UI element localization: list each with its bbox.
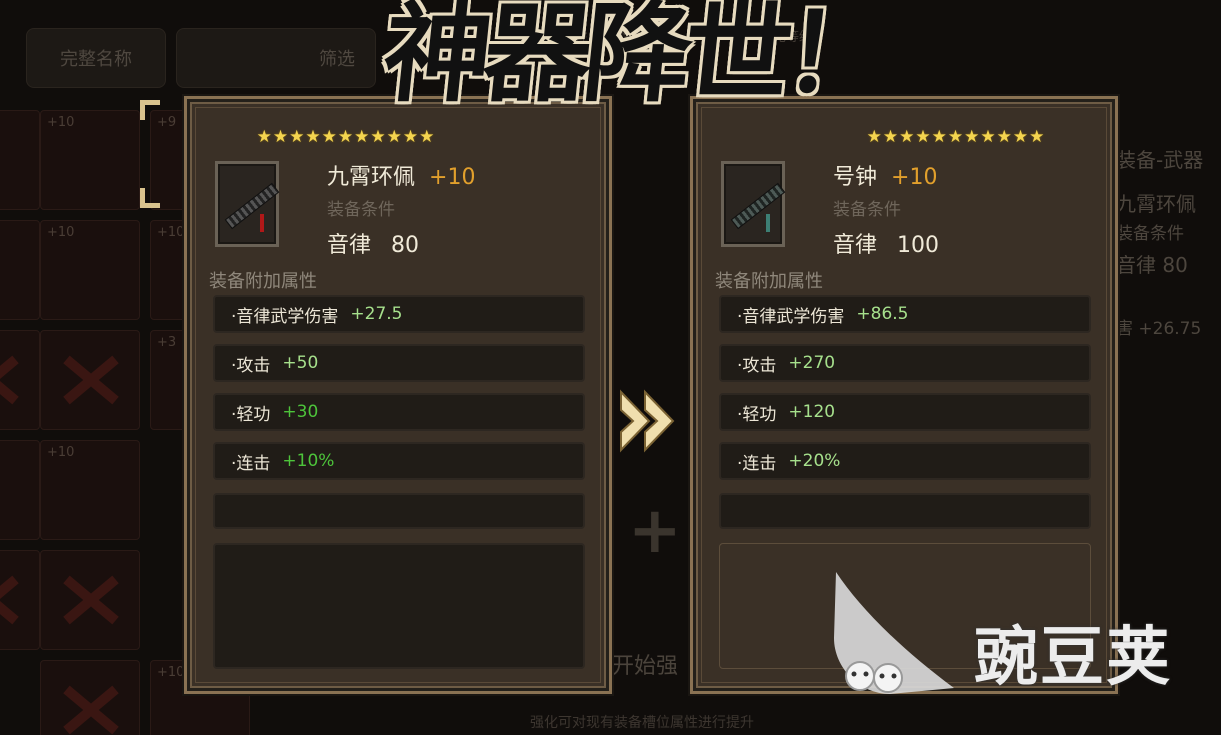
zither-weapon-icon xyxy=(215,161,280,247)
attribute-row: ·音律武学伤害 +27.5 xyxy=(213,295,585,333)
attribute-row: ·攻击 +50 xyxy=(213,344,585,382)
attribute-row: ·轻功 +30 xyxy=(213,393,585,431)
plus-icon: + xyxy=(628,494,682,568)
attribute-row: ·音律武学伤害 +86.5 xyxy=(719,295,1091,333)
item-main-stat: 音律 80 xyxy=(327,227,419,259)
bg-detail-line: 害 +26.75 xyxy=(1116,319,1202,339)
stat-value: 80 xyxy=(391,233,420,258)
slot-level: +10 xyxy=(47,115,75,130)
slot-level: +10 xyxy=(47,445,75,460)
start-enhance-button[interactable]: 开始强 xyxy=(612,648,678,680)
selection-corner xyxy=(140,188,160,208)
attr-value: +50 xyxy=(282,353,319,373)
inventory-slot[interactable] xyxy=(40,550,140,650)
attribute-row: ·攻击 +270 xyxy=(719,344,1091,382)
extra-attributes-title: 装备附加属性 xyxy=(209,271,317,292)
attr-value: +10% xyxy=(282,451,335,471)
item-level: +10 xyxy=(429,165,476,190)
extra-attributes-title: 装备附加属性 xyxy=(715,271,823,292)
inventory-slot[interactable] xyxy=(0,330,40,430)
bg-detail-line: 九霄环佩 xyxy=(1116,192,1196,216)
bg-detail-line: 装备-武器 xyxy=(1116,148,1204,172)
item-name-text: 号钟 xyxy=(833,165,878,190)
slot-level: +10 xyxy=(47,225,75,240)
slot-level: +10 xyxy=(157,225,185,240)
zither-weapon-icon xyxy=(721,161,786,247)
attr-name: ·轻功 xyxy=(231,404,271,425)
filter-label: 筛选 xyxy=(319,49,355,70)
empty-attribute-row xyxy=(719,493,1091,529)
inventory-slot[interactable]: +10 xyxy=(40,440,140,540)
selection-corner xyxy=(140,100,160,120)
star-rating: ★★★★★★★★★★★ xyxy=(256,127,436,147)
attribute-row: ·轻功 +120 xyxy=(719,393,1091,431)
attr-name: ·连击 xyxy=(737,453,777,474)
stat-name: 音律 xyxy=(833,233,878,258)
equip-condition-label: 装备条件 xyxy=(327,200,395,220)
attr-value: +120 xyxy=(788,402,836,422)
inventory-slot[interactable] xyxy=(40,660,140,735)
inventory-slot[interactable]: +10 xyxy=(40,220,140,320)
inventory-slot[interactable] xyxy=(0,110,40,210)
attr-name: ·连击 xyxy=(231,453,271,474)
inventory-slot[interactable] xyxy=(40,330,140,430)
attribute-row: ·连击 +10% xyxy=(213,442,585,480)
attr-value: +20% xyxy=(788,451,841,471)
attr-value: +86.5 xyxy=(856,304,909,324)
bg-detail-line: 音律 80 xyxy=(1116,253,1188,277)
item-name: 九霄环佩 +10 xyxy=(327,159,475,191)
inventory-slot[interactable]: +10 xyxy=(40,110,140,210)
wandoujia-logo-icon xyxy=(834,572,954,694)
attr-name: ·音律武学伤害 xyxy=(737,306,845,327)
full-name-tab[interactable]: 完整名称 xyxy=(26,28,166,88)
double-arrow-icon xyxy=(620,389,675,453)
attr-value: +27.5 xyxy=(350,304,403,324)
inventory-slot[interactable] xyxy=(0,220,40,320)
stat-value: 100 xyxy=(897,233,940,258)
item-level: +10 xyxy=(891,165,938,190)
inventory-slot[interactable] xyxy=(0,550,40,650)
stat-name: 音律 xyxy=(327,233,372,258)
left-item-card: ★★★★★★★★★★★ 九霄环佩 +10 装备条件 音律 80 装备附加属性 ·音律… xyxy=(184,96,612,694)
item-name-text: 九霄环佩 xyxy=(327,165,416,190)
attribute-row: ·连击 +20% xyxy=(719,442,1091,480)
attr-value: +270 xyxy=(788,353,836,373)
inventory-slot[interactable] xyxy=(0,440,40,540)
item-name: 号钟 +10 xyxy=(833,159,937,191)
bg-detail-line: 装备条件 xyxy=(1116,224,1184,244)
attr-name: ·攻击 xyxy=(231,355,271,376)
item-description-box xyxy=(213,543,585,669)
equip-condition-label: 装备条件 xyxy=(833,200,901,220)
enhance-hint: 强化可对现有装备槽位属性进行提升 xyxy=(530,715,754,731)
artifact-title: 神器降世！ xyxy=(377,0,891,117)
attr-name: ·轻功 xyxy=(737,404,777,425)
star-rating: ★★★★★★★★★★★ xyxy=(866,127,1046,147)
background-item-detail: 装备-武器 九霄环佩 装备条件 音律 80 害 +26.75 xyxy=(1116,150,1203,338)
slot-level: +3 xyxy=(157,335,177,350)
wandoujia-watermark: 豌豆荚 xyxy=(974,621,1172,695)
attr-name: ·音律武学伤害 xyxy=(231,306,339,327)
filter-tab[interactable]: 筛选 xyxy=(176,28,376,88)
attr-value: +30 xyxy=(282,402,319,422)
slot-level: +10 xyxy=(157,665,185,680)
empty-attribute-row xyxy=(213,493,585,529)
attr-name: ·攻击 xyxy=(737,355,777,376)
item-main-stat: 音律 100 xyxy=(833,227,939,259)
